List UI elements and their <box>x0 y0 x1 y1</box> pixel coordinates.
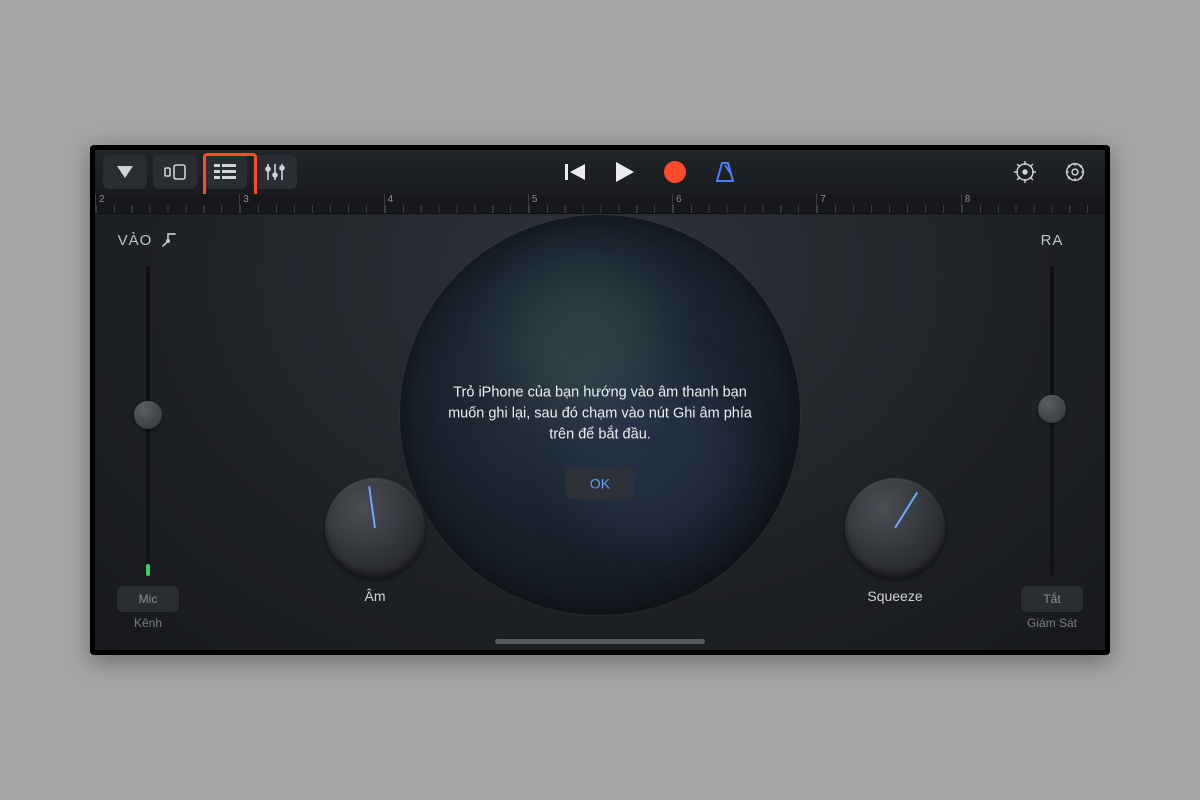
knob-needle <box>368 486 376 528</box>
slider-thumb[interactable] <box>1038 395 1066 423</box>
hint-message: Trỏ iPhone của bạn hướng vào âm thanh bạ… <box>435 382 765 445</box>
squeeze-label: Squeeze <box>867 588 922 604</box>
ruler-mark: 4 <box>388 194 394 205</box>
home-indicator[interactable] <box>495 639 705 644</box>
tone-knob-group: Âm <box>315 478 435 604</box>
hint-popup: Trỏ iPhone của bạn hướng vào âm thanh bạ… <box>435 382 765 499</box>
input-label: VÀO <box>118 232 153 249</box>
monitor-chip[interactable]: Tắt <box>1021 586 1083 612</box>
device-frame: 2 3 4 5 6 7 8 VÀO <box>90 145 1110 655</box>
input-settings-button[interactable] <box>1003 155 1047 189</box>
metronome-button[interactable] <box>703 155 747 189</box>
ruler-mark: 7 <box>820 194 826 205</box>
squeeze-knob[interactable] <box>845 478 945 578</box>
knob-needle <box>894 492 918 529</box>
record-button[interactable] <box>653 155 697 189</box>
timeline-ruler[interactable]: 2 3 4 5 6 7 8 <box>95 194 1105 214</box>
tracks-view-button[interactable] <box>203 155 247 189</box>
ruler-mark: 5 <box>532 194 538 205</box>
play-button[interactable] <box>603 155 647 189</box>
app-window: 2 3 4 5 6 7 8 VÀO <box>95 150 1105 650</box>
mixer-button[interactable] <box>253 155 297 189</box>
ruler-mark: 2 <box>99 194 105 205</box>
input-source-chip[interactable]: Mic <box>117 586 179 612</box>
output-column: RA Tắt Giám Sát <box>1007 228 1097 630</box>
input-gain-slider[interactable] <box>146 266 150 576</box>
slider-thumb[interactable] <box>134 401 162 429</box>
squeeze-knob-group: Squeeze <box>835 478 955 604</box>
output-sublabel: Giám Sát <box>1027 616 1077 630</box>
songs-menu-button[interactable] <box>103 155 147 189</box>
input-sublabel: Kênh <box>134 616 162 630</box>
browser-button[interactable] <box>153 155 197 189</box>
input-level-meter <box>146 564 150 576</box>
ruler-mark: 8 <box>965 194 971 205</box>
ok-button[interactable]: OK <box>566 467 634 499</box>
tone-label: Âm <box>365 588 386 604</box>
output-level-slider[interactable] <box>1050 266 1054 576</box>
toolbar <box>95 150 1105 194</box>
input-column: VÀO Mic Kênh <box>103 228 193 630</box>
ruler-mark: 3 <box>243 194 249 205</box>
rewind-button[interactable] <box>553 155 597 189</box>
recorder-panel: VÀO Mic Kênh RA <box>95 214 1105 650</box>
noise-gate-icon[interactable] <box>160 231 178 249</box>
output-label: RA <box>1041 232 1064 249</box>
settings-gear-button[interactable] <box>1053 155 1097 189</box>
tone-knob[interactable] <box>325 478 425 578</box>
ruler-mark: 6 <box>676 194 682 205</box>
